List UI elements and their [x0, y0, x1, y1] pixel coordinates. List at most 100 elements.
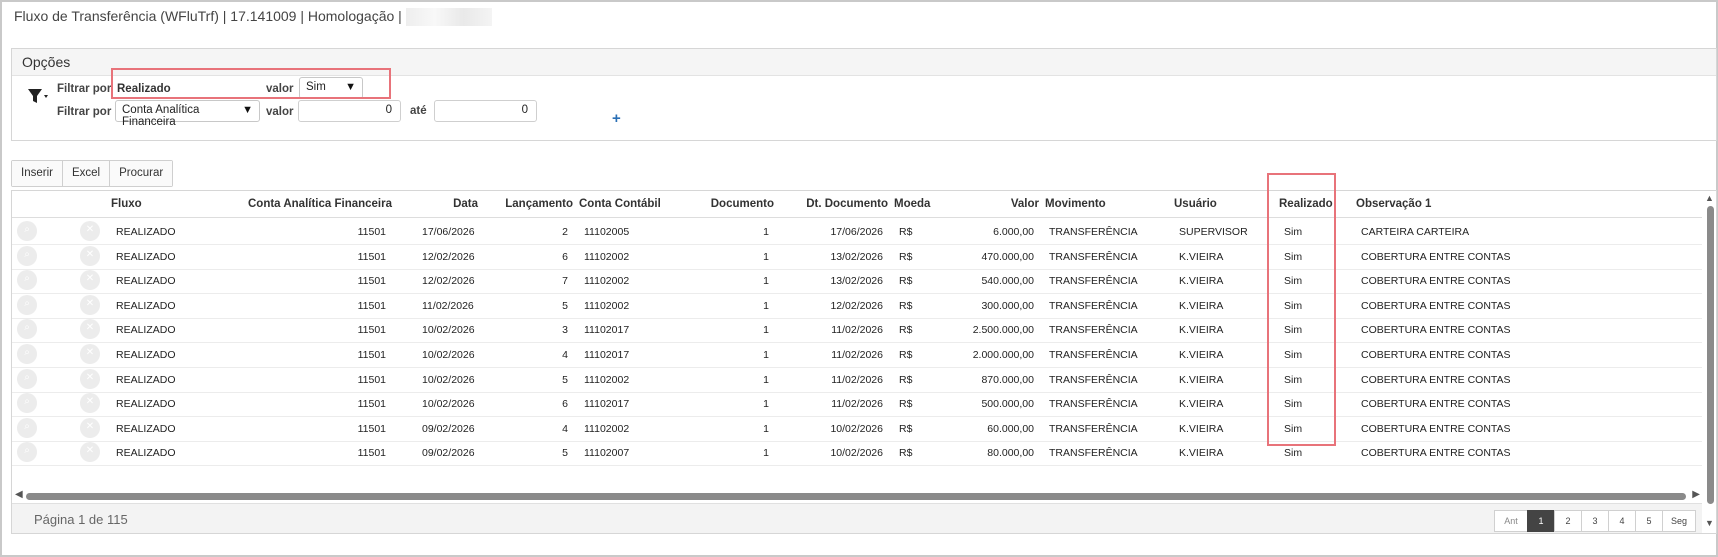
- table-row[interactable]: ⌕ ✕ REALIZADO 11501 17/06/2026 2 11102005 1 17/0…: [12, 218, 1702, 245]
- search-icon[interactable]: ⌕: [17, 442, 37, 463]
- cell-conta-analitica: 11501: [357, 275, 386, 288]
- cell-observacao-1: COBERTURA ENTRE CONTAS: [1361, 422, 1511, 435]
- search-icon[interactable]: ⌕: [17, 344, 37, 364]
- filter1-field[interactable]: Realizado: [117, 83, 171, 95]
- cell-fluxo: REALIZADO: [116, 226, 176, 238]
- cell-conta-analitica: 11501: [357, 226, 386, 238]
- filter2-to-input[interactable]: 0: [434, 100, 537, 122]
- col-movimento[interactable]: Movimento: [1045, 198, 1106, 210]
- close-icon[interactable]: ✕: [80, 393, 100, 414]
- col-usuario[interactable]: Usuário: [1174, 198, 1217, 210]
- col-conta-contabil[interactable]: Conta Contábil: [579, 198, 661, 210]
- col-lancamento[interactable]: Lançamento: [503, 198, 573, 210]
- page-button-5[interactable]: 5: [1635, 510, 1663, 532]
- cell-usuario: K.VIEIRA: [1179, 324, 1224, 337]
- add-filter-icon[interactable]: +: [612, 110, 621, 127]
- cell-valor: 300.000,00: [981, 299, 1034, 312]
- insert-button[interactable]: Inserir: [12, 161, 63, 186]
- cell-conta-contabil: 11102002: [584, 422, 630, 435]
- col-observacao-1[interactable]: Observação 1: [1356, 198, 1431, 210]
- table-row[interactable]: ⌕ ✕ REALIZADO 11501 10/02/2026 4 11102017 1 11/0…: [12, 341, 1702, 368]
- cell-valor: 6.000,00: [993, 226, 1034, 238]
- table-row[interactable]: ⌕ ✕ REALIZADO 11501 10/02/2026 3 11102017 1 11/0…: [12, 316, 1702, 344]
- vertical-scroll-thumb[interactable]: [1707, 206, 1714, 504]
- cell-moeda: R$: [899, 447, 913, 460]
- arrow-down-icon[interactable]: ▼: [1705, 518, 1714, 528]
- cell-lancamento: 5: [562, 299, 568, 312]
- table-row[interactable]: ⌕ ✕ REALIZADO 11501 10/02/2026 6 11102017 1 11/0…: [12, 390, 1702, 418]
- cell-conta-analitica: 11501: [357, 447, 386, 460]
- cell-conta-analitica: 11501: [357, 422, 386, 435]
- page-button-2[interactable]: 2: [1554, 510, 1582, 532]
- cell-lancamento: 5: [562, 373, 568, 386]
- filter2-from-input[interactable]: 0: [298, 100, 401, 122]
- search-icon[interactable]: ⌕: [17, 245, 37, 266]
- search-icon[interactable]: ⌕: [17, 417, 37, 438]
- table-row[interactable]: ⌕ ✕ REALIZADO 11501 09/02/2026 5 11102007 1 10/0…: [12, 439, 1702, 467]
- col-dt-documento[interactable]: Dt. Documento: [792, 198, 888, 210]
- close-icon[interactable]: ✕: [80, 294, 100, 315]
- options-panel: Opções Filtrar por Realizado valor Sim ▼…: [11, 48, 1717, 141]
- filter2-field-select[interactable]: Conta Analítica Financeira ▼: [115, 100, 260, 128]
- close-icon[interactable]: ✕: [80, 417, 100, 438]
- filter-icon[interactable]: [26, 86, 50, 106]
- cell-observacao-1: COBERTURA ENTRE CONTAS: [1361, 398, 1511, 411]
- cell-observacao-1: COBERTURA ENTRE CONTAS: [1361, 275, 1511, 288]
- page-button-3[interactable]: 3: [1581, 510, 1609, 532]
- close-icon[interactable]: ✕: [80, 442, 100, 463]
- close-icon[interactable]: ✕: [80, 270, 100, 291]
- cell-valor: 500.000,00: [981, 398, 1034, 411]
- filter1-value-select[interactable]: Sim ▼: [299, 77, 363, 99]
- close-icon[interactable]: ✕: [80, 344, 100, 364]
- next-page-button[interactable]: Seg: [1662, 510, 1696, 532]
- excel-button[interactable]: Excel: [62, 161, 111, 186]
- horizontal-scrollbar[interactable]: ◀ ▶: [12, 489, 1702, 502]
- cell-lancamento: 6: [562, 398, 568, 411]
- col-documento[interactable]: Documento: [692, 198, 774, 210]
- cell-usuario: K.VIEIRA: [1179, 250, 1224, 263]
- cell-movimento: TRANSFERÊNCIA: [1049, 275, 1138, 288]
- table-row[interactable]: ⌕ ✕ REALIZADO 11501 12/02/2026 7 11102002 1 13/0…: [12, 267, 1702, 295]
- col-moeda[interactable]: Moeda: [894, 198, 930, 210]
- col-valor[interactable]: Valor: [972, 198, 1039, 210]
- col-data[interactable]: Data: [418, 198, 478, 210]
- table-row[interactable]: ⌕ ✕ REALIZADO 11501 10/02/2026 5 11102002 1 11/0…: [12, 366, 1702, 393]
- cell-data: 09/02/2026: [422, 447, 475, 460]
- cell-observacao-1: COBERTURA ENTRE CONTAS: [1361, 349, 1511, 361]
- close-icon[interactable]: ✕: [80, 368, 100, 389]
- cell-fluxo: REALIZADO: [116, 275, 176, 288]
- arrow-up-icon[interactable]: ▲: [1705, 193, 1714, 203]
- col-fluxo[interactable]: Fluxo: [111, 198, 142, 210]
- options-header[interactable]: Opções: [12, 49, 1716, 76]
- close-icon[interactable]: ✕: [80, 245, 100, 266]
- page-button-4[interactable]: 4: [1608, 510, 1636, 532]
- arrow-left-icon[interactable]: ◀: [15, 489, 23, 500]
- table-row[interactable]: ⌕ ✕ REALIZADO 11501 09/02/2026 4 11102002 1 10/0…: [12, 415, 1702, 442]
- close-icon[interactable]: ✕: [80, 221, 100, 241]
- search-icon[interactable]: ⌕: [17, 319, 37, 340]
- cell-realizado: Sim: [1284, 250, 1303, 263]
- col-realizado[interactable]: Realizado: [1279, 198, 1333, 210]
- cell-valor: 870.000,00: [981, 373, 1034, 386]
- data-grid: Fluxo Conta Analítica Financeira Data La…: [11, 190, 1717, 534]
- arrow-right-icon[interactable]: ▶: [1692, 489, 1700, 500]
- page-button-1[interactable]: 1: [1527, 510, 1555, 532]
- search-icon[interactable]: ⌕: [17, 368, 37, 389]
- table-row[interactable]: ⌕ ✕ REALIZADO 11501 12/02/2026 6 11102002 1 13/0…: [12, 243, 1702, 270]
- search-icon[interactable]: ⌕: [17, 221, 37, 241]
- vertical-scrollbar[interactable]: ▲ ▼: [1704, 191, 1716, 533]
- horizontal-scroll-thumb[interactable]: [26, 493, 1686, 500]
- cell-usuario: K.VIEIRA: [1179, 422, 1224, 435]
- cell-data: 09/02/2026: [422, 422, 475, 435]
- search-icon[interactable]: ⌕: [17, 294, 37, 315]
- search-button[interactable]: Procurar: [110, 161, 173, 186]
- col-conta-analitica[interactable]: Conta Analítica Financeira: [242, 198, 392, 210]
- cell-moeda: R$: [899, 275, 913, 288]
- prev-page-button[interactable]: Ant: [1494, 510, 1528, 532]
- table-row[interactable]: ⌕ ✕ REALIZADO 11501 11/02/2026 5 11102002 1 12/0…: [12, 292, 1702, 319]
- search-icon[interactable]: ⌕: [17, 270, 37, 291]
- cell-documento: 1: [763, 373, 769, 386]
- close-icon[interactable]: ✕: [80, 319, 100, 340]
- cell-data: 10/02/2026: [422, 324, 475, 337]
- search-icon[interactable]: ⌕: [17, 393, 37, 414]
